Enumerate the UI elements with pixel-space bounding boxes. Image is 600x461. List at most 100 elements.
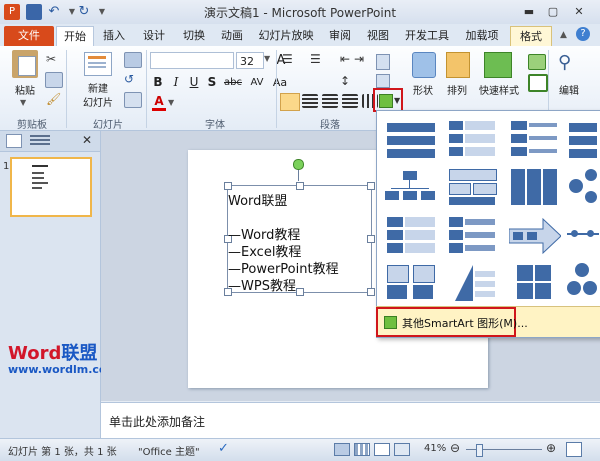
tab-insert[interactable]: 插入 xyxy=(98,26,130,46)
smartart-hierarchy[interactable] xyxy=(383,165,439,211)
layout-icon[interactable] xyxy=(124,52,142,68)
zoom-out-icon[interactable]: ⊖ xyxy=(450,441,460,455)
tab-developer[interactable]: 开发工具 xyxy=(402,26,452,46)
more-smartart-menu-item[interactable]: 其他SmartArt 图形(M)... xyxy=(376,306,600,337)
smartart-stacked-list[interactable] xyxy=(507,117,563,163)
resize-handle[interactable] xyxy=(296,182,304,190)
format-painter-icon[interactable]: 🖌 xyxy=(46,92,61,106)
tab-file[interactable]: 文件 xyxy=(4,26,54,46)
bold-button[interactable]: B xyxy=(150,74,166,91)
smartart-matrix[interactable] xyxy=(507,261,563,307)
help-icon[interactable]: ? xyxy=(576,27,590,41)
align-text-icon[interactable] xyxy=(376,74,390,88)
slide-sorter-icon[interactable] xyxy=(354,443,370,456)
underline-button[interactable]: U xyxy=(186,74,202,91)
font-name-combo[interactable] xyxy=(150,52,234,69)
align-center-icon[interactable] xyxy=(302,94,318,108)
reading-view-icon[interactable] xyxy=(374,443,390,456)
align-right-icon[interactable] xyxy=(322,94,338,108)
font-color-dropdown-icon[interactable]: ▼ xyxy=(168,98,174,107)
zoom-slider-thumb[interactable] xyxy=(476,444,483,457)
increase-indent-icon[interactable]: ⇥ xyxy=(354,52,364,66)
font-color-button[interactable]: A xyxy=(152,94,166,111)
smartart-lined-list[interactable] xyxy=(507,165,563,211)
change-case-button[interactable]: Aa xyxy=(270,74,290,91)
copy-icon[interactable] xyxy=(45,72,63,88)
smartart-cycle[interactable] xyxy=(565,261,599,307)
arrange-button[interactable]: 排列 xyxy=(442,82,472,97)
rotate-handle[interactable] xyxy=(293,159,304,170)
tab-home[interactable]: 开始 xyxy=(56,26,94,47)
shape-fill-icon[interactable] xyxy=(528,54,546,70)
fit-to-window-icon[interactable] xyxy=(566,442,582,457)
justify-icon[interactable] xyxy=(342,94,358,108)
text-placeholder[interactable]: Word联盟 —Word教程 —Excel教程 —PowerPoint教程 —W… xyxy=(224,159,375,296)
smartart-vertical-bullet[interactable] xyxy=(445,117,501,163)
resize-handle[interactable] xyxy=(224,182,232,190)
smartart-arrow-process[interactable] xyxy=(507,213,563,259)
decrease-indent-icon[interactable]: ⇤ xyxy=(340,52,350,66)
slides-tab-icon[interactable] xyxy=(6,134,22,148)
zoom-in-icon[interactable]: ⊕ xyxy=(546,441,556,455)
find-binoculars-icon[interactable]: ⚲ xyxy=(558,52,571,73)
paste-icon[interactable] xyxy=(12,50,38,78)
spell-check-icon[interactable]: ✓ xyxy=(218,441,229,456)
smartart-pyramid[interactable] xyxy=(445,261,501,307)
section-icon[interactable] xyxy=(124,92,142,108)
reset-icon[interactable]: ↺ xyxy=(124,72,134,86)
resize-handle[interactable] xyxy=(367,235,375,243)
smartart-vertical-chevron[interactable] xyxy=(383,213,439,259)
convert-to-smartart-button[interactable]: ▼ xyxy=(373,88,403,112)
minimize-button[interactable]: ▬ xyxy=(518,3,540,20)
tab-transitions[interactable]: 切换 xyxy=(178,26,210,46)
cut-icon[interactable]: ✂ xyxy=(46,52,56,66)
normal-view-icon[interactable] xyxy=(334,443,350,456)
shapes-icon[interactable] xyxy=(412,52,436,78)
smartart-partial-list[interactable] xyxy=(565,117,599,163)
tab-slideshow[interactable]: 幻灯片放映 xyxy=(256,26,316,46)
close-pane-icon[interactable]: ✕ xyxy=(82,133,92,147)
paste-dropdown-icon[interactable]: ▼ xyxy=(20,98,26,107)
tab-view[interactable]: 视图 xyxy=(362,26,394,46)
line-spacing-icon[interactable]: ↕ xyxy=(340,74,350,88)
bullets-icon[interactable]: ☰ xyxy=(282,52,293,66)
editing-button[interactable]: 编辑 xyxy=(552,82,586,97)
tab-addins[interactable]: 加载项 xyxy=(460,26,504,46)
zoom-level[interactable]: 41% xyxy=(424,443,446,454)
outline-tab-icon[interactable] xyxy=(30,135,50,146)
resize-handle[interactable] xyxy=(367,288,375,296)
shadow-s-button[interactable]: S xyxy=(204,74,220,91)
quick-styles-button[interactable]: 快速样式 xyxy=(474,82,524,97)
tab-design[interactable]: 设计 xyxy=(138,26,170,46)
maximize-button[interactable]: ▢ xyxy=(542,3,564,20)
smartart-chevron-list[interactable] xyxy=(445,213,501,259)
smartart-circle-process[interactable] xyxy=(565,165,599,211)
align-left-icon[interactable] xyxy=(280,93,300,111)
slideshow-view-icon[interactable] xyxy=(394,443,410,456)
font-size-combo[interactable]: 32 xyxy=(236,52,264,69)
shapes-button[interactable]: 形状 xyxy=(408,82,438,97)
arrange-icon[interactable] xyxy=(446,52,470,78)
smartart-table-hierarchy[interactable] xyxy=(445,165,501,211)
smartart-picture-list[interactable] xyxy=(383,261,439,307)
shape-outline-icon[interactable] xyxy=(528,74,548,92)
numbering-icon[interactable]: ☰ xyxy=(310,52,321,66)
smartart-basic-list[interactable] xyxy=(383,117,439,163)
smartart-timeline[interactable] xyxy=(565,213,599,259)
italic-button[interactable]: I xyxy=(168,74,184,91)
tab-animations[interactable]: 动画 xyxy=(216,26,248,46)
notes-pane[interactable]: 单击此处添加备注 xyxy=(101,402,600,439)
collapse-ribbon-icon[interactable]: ▲ xyxy=(560,30,567,40)
font-size-dropdown-icon[interactable]: ▼ xyxy=(264,54,270,63)
new-slide-icon[interactable] xyxy=(84,52,112,76)
text-direction-icon[interactable] xyxy=(376,54,390,70)
close-button[interactable]: ✕ xyxy=(568,3,590,20)
slide-thumbnail[interactable] xyxy=(10,157,92,217)
tab-review[interactable]: 审阅 xyxy=(324,26,356,46)
resize-handle[interactable] xyxy=(296,288,304,296)
char-spacing-button[interactable]: AV xyxy=(246,74,268,91)
resize-handle[interactable] xyxy=(367,182,375,190)
tab-format[interactable]: 格式 xyxy=(510,26,552,47)
new-slide-label[interactable]: 幻灯片 xyxy=(76,94,120,109)
strikethrough-button[interactable]: abc xyxy=(222,74,244,91)
